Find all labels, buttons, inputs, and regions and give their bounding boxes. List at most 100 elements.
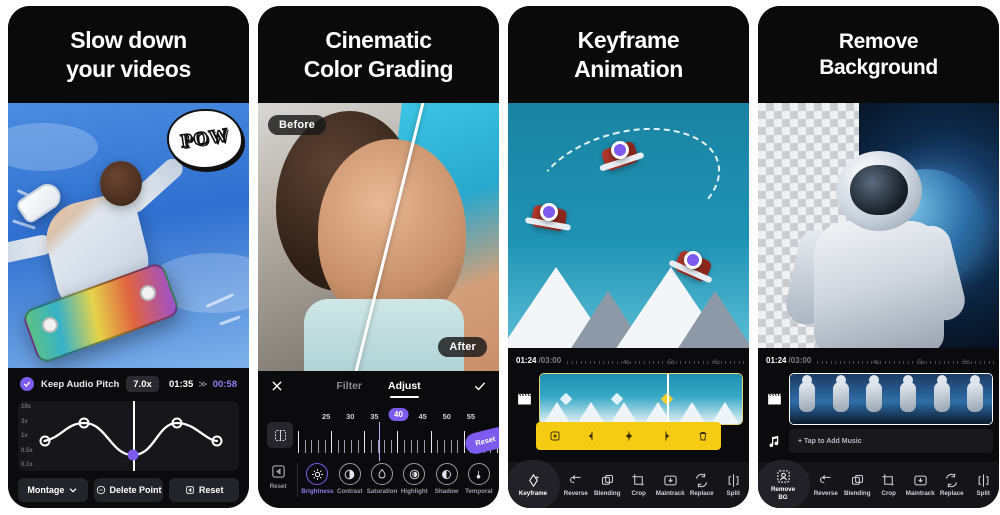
panel-1-headline-line1: Slow down xyxy=(70,27,187,54)
crop-icon xyxy=(882,474,894,486)
keep-audio-pitch-row[interactable]: Keep Audio Pitch 7.0x 01:35 ≫ 00:58 xyxy=(16,371,241,397)
reset-icon xyxy=(186,486,194,494)
time-original: 01:35 xyxy=(168,378,194,390)
panel-3-headline-line2: Animation xyxy=(574,55,683,82)
adjust-tool-saturation[interactable]: Saturation xyxy=(366,463,398,495)
highlight-icon xyxy=(403,463,426,485)
music-track-row[interactable]: + Tap to Add Music xyxy=(758,429,999,453)
tool-label: Blending xyxy=(594,490,621,497)
keyframe-marker[interactable] xyxy=(611,141,629,159)
adjust-tool-temporal[interactable]: Temporal xyxy=(463,463,495,495)
curve-point[interactable] xyxy=(78,417,90,429)
video-track-row[interactable] xyxy=(758,373,999,425)
crop-icon xyxy=(632,474,644,486)
panel-4-headline-line1: Remove xyxy=(838,29,919,53)
tool-replace[interactable]: Replace xyxy=(936,473,968,497)
adjust-tool-label: Saturation xyxy=(366,488,398,495)
curve-point[interactable] xyxy=(211,435,223,447)
keep-audio-pitch-label: Keep Audio Pitch xyxy=(41,378,120,390)
adjust-tool-contrast[interactable]: Contrast xyxy=(334,463,366,495)
prev-keyframe-icon[interactable] xyxy=(586,430,598,442)
timeline-header: 01:24 /03:00 4s 5s 6s xyxy=(758,352,999,368)
panel-4-toolbar: Remove BG Reverse Blending Crop Maintrac… xyxy=(758,460,1000,508)
astronaut-body xyxy=(814,221,944,353)
adjust-tool-reset[interactable]: Reset xyxy=(262,463,294,490)
clip-thumbnail xyxy=(708,374,742,424)
reverse-icon xyxy=(820,475,831,483)
delete-keyframe-icon[interactable] xyxy=(697,430,709,442)
adjust-tool-label: Highlight xyxy=(400,488,428,495)
curve-point[interactable] xyxy=(39,435,51,447)
keyframe-icon[interactable] xyxy=(623,430,635,442)
tool-remove-bg[interactable]: Remove BG xyxy=(758,460,810,508)
tool-blending[interactable]: Blending xyxy=(842,473,874,497)
tool-label: Reverse xyxy=(813,490,838,497)
before-badge: Before xyxy=(268,115,327,135)
tab-filter[interactable]: Filter xyxy=(336,380,362,392)
tab-adjust[interactable]: Adjust xyxy=(388,380,421,398)
panel-3-preview xyxy=(508,103,749,353)
skateboard-wheel xyxy=(140,285,156,301)
tool-blending[interactable]: Blending xyxy=(592,473,624,497)
close-icon[interactable] xyxy=(270,379,284,393)
delete-point-button[interactable]: Delete Point xyxy=(93,478,164,502)
panel-color-grading: Cinematic Color Grading Before After Fil… xyxy=(258,6,499,508)
brightness-preview-icon[interactable] xyxy=(267,422,293,448)
keyframe-marker[interactable] xyxy=(684,251,702,269)
tool-keyframe[interactable]: Keyframe xyxy=(508,460,560,508)
tool-reverse[interactable]: Reverse xyxy=(560,473,592,497)
video-track-row[interactable] xyxy=(508,373,749,425)
tool-split[interactable]: Split xyxy=(968,473,1000,497)
timeline-ruler[interactable]: 4s 5s 6s xyxy=(817,354,995,366)
timeline-current-time: 01:24 xyxy=(516,355,537,365)
video-clip[interactable] xyxy=(789,373,993,425)
brightness-slider[interactable]: 25 30 35 40 45 50 55 Reset xyxy=(258,408,499,461)
scale-label: 55 xyxy=(466,412,476,421)
mountain-shape xyxy=(675,291,749,353)
adjust-tabs: Filter Adjust xyxy=(284,380,473,398)
clip-thumbnail xyxy=(857,374,892,424)
remove-bg-icon xyxy=(776,470,790,483)
adjust-header: Filter Adjust xyxy=(258,371,499,401)
tool-replace[interactable]: Replace xyxy=(686,473,718,497)
clip-thumbnail xyxy=(674,374,709,424)
reset-button[interactable]: Reset xyxy=(169,478,240,502)
check-icon[interactable] xyxy=(20,377,34,391)
speed-curve-chart[interactable]: 10x 3x 1x 0.5x 0.1x xyxy=(18,401,239,471)
cloud-shape xyxy=(8,123,98,171)
next-keyframe-icon[interactable] xyxy=(660,430,672,442)
slider-scale-labels: 25 30 35 40 45 50 55 xyxy=(298,408,499,423)
adjust-tool-shadow[interactable]: Shadow xyxy=(430,463,462,495)
tool-label: Keyframe xyxy=(518,489,548,497)
tool-split[interactable]: Split xyxy=(718,473,750,497)
contrast-icon xyxy=(338,463,361,485)
video-clip[interactable] xyxy=(539,373,743,425)
speed-value-box[interactable]: 7.0x xyxy=(126,376,159,392)
curve-playhead[interactable] xyxy=(132,401,135,471)
replace-icon xyxy=(696,473,708,488)
panel-slow-motion: Slow down your videos POW Keep Audio Pit… xyxy=(8,6,249,508)
timeline-ruler[interactable]: 4s 5s 6s xyxy=(567,354,745,366)
minus-circle-icon xyxy=(96,485,105,495)
check-icon[interactable] xyxy=(473,379,487,393)
tool-maintrack[interactable]: Maintrack xyxy=(905,473,937,497)
tool-label: Split xyxy=(976,490,990,497)
timeline-playhead[interactable] xyxy=(667,374,669,424)
add-music-button[interactable]: + Tap to Add Music xyxy=(789,429,993,453)
curve-point-active[interactable] xyxy=(127,449,139,461)
tool-reverse[interactable]: Reverse xyxy=(810,473,842,497)
tool-crop[interactable]: Crop xyxy=(623,473,655,497)
panel-1-button-row: Montage Delete Point Reset xyxy=(18,478,240,502)
screenshot-gallery: Slow down your videos POW Keep Audio Pit… xyxy=(0,0,1000,515)
blending-icon xyxy=(851,474,863,485)
add-keyframe-icon[interactable] xyxy=(549,430,561,442)
tool-maintrack[interactable]: Maintrack xyxy=(655,473,687,497)
montage-button[interactable]: Montage xyxy=(18,478,88,502)
adjust-tool-brightness[interactable]: Brightness xyxy=(301,463,334,495)
tool-label: Crop xyxy=(881,490,896,497)
keyframe-marker[interactable] xyxy=(540,203,558,221)
adjust-tool-highlight[interactable]: Highlight xyxy=(398,463,430,495)
curve-point[interactable] xyxy=(171,417,183,429)
tool-crop[interactable]: Crop xyxy=(873,473,905,497)
panel-1-preview: POW xyxy=(8,103,249,368)
